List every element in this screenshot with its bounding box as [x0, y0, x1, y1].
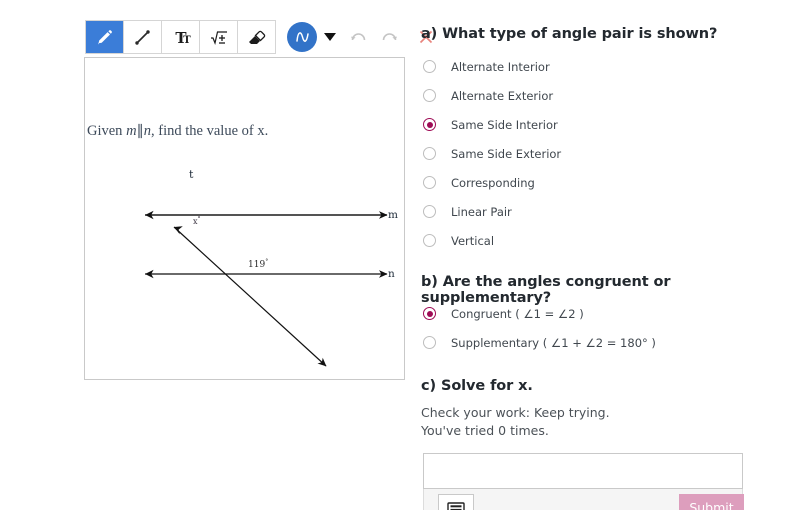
label-transversal-t: t [189, 168, 194, 181]
radio-alternate-interior[interactable] [423, 60, 436, 73]
option-label: Congruent ( ∠1 = ∠2 ) [451, 306, 584, 321]
problem-canvas[interactable]: Given m∥n, find the value of x. t m n x°… [84, 57, 405, 380]
option-label: Alternate Exterior [451, 88, 554, 103]
undo-arrow-icon [351, 33, 366, 41]
radio-corresponding[interactable] [423, 176, 436, 189]
answer-toolbar: Submit [423, 489, 744, 510]
squiggle-curve-icon [295, 31, 309, 42]
radio-alternate-exterior[interactable] [423, 89, 436, 102]
option-label: Vertical [451, 233, 495, 248]
question-a-heading: a) What type of angle pair is shown? [421, 26, 718, 42]
feedback-block: Check your work: Keep trying. You've tri… [421, 404, 610, 440]
radio-vertical[interactable] [423, 234, 436, 247]
drawing-pane: T T Given m∥n, find the value of x. t m … [0, 0, 433, 510]
tool-options-dropdown[interactable] [324, 33, 336, 41]
option-vertical[interactable]: Vertical [418, 226, 788, 255]
keyboard-icon [447, 501, 465, 510]
eraser-tool-button[interactable] [238, 21, 276, 53]
line-segment-icon [135, 29, 150, 45]
label-line-m: m [388, 209, 398, 221]
geometry-diagram: t m n x° 119° [145, 168, 398, 367]
radio-linear-pair[interactable] [423, 205, 436, 218]
text-tool-button[interactable]: T T [162, 21, 200, 53]
option-supplementary[interactable]: Supplementary ( ∠1 + ∠2 = 180° ) [418, 328, 788, 357]
option-label: Same Side Interior [451, 117, 558, 132]
sqrt-plusminus-icon [210, 30, 227, 45]
question-a-options: Alternate Interior Alternate Exterior Sa… [418, 52, 788, 255]
option-label: Same Side Exterior [451, 146, 562, 161]
pencil-tool-button[interactable] [86, 21, 124, 53]
tool-button-group: T T [85, 20, 276, 54]
transversal-t [173, 226, 327, 367]
option-alternate-interior[interactable]: Alternate Interior [418, 52, 788, 81]
curve-tool-button[interactable] [287, 22, 317, 52]
keypad-button[interactable] [438, 494, 474, 510]
label-line-n: n [388, 268, 395, 280]
option-same-side-interior[interactable]: Same Side Interior [418, 110, 788, 139]
label-angle-119: 119° [248, 259, 268, 271]
undo-button[interactable] [350, 30, 367, 44]
eraser-icon [249, 30, 266, 44]
option-label: Alternate Interior [451, 59, 550, 74]
option-congruent[interactable]: Congruent ( ∠1 = ∠2 ) [418, 299, 788, 328]
app-root: T T Given m∥n, find the value of x. t m … [0, 0, 792, 510]
option-label: Corresponding [451, 175, 535, 190]
question-b-options: Congruent ( ∠1 = ∠2 ) Supplementary ( ∠1… [418, 299, 788, 357]
redo-arrow-icon [382, 33, 397, 41]
redo-button[interactable] [381, 30, 398, 44]
option-alternate-exterior[interactable]: Alternate Exterior [418, 81, 788, 110]
radio-same-side-interior[interactable] [423, 118, 436, 131]
line-tool-button[interactable] [124, 21, 162, 53]
option-label: Linear Pair [451, 204, 512, 219]
answer-input[interactable] [423, 453, 743, 489]
label-angle-x: x° [193, 216, 201, 226]
svg-text:T: T [183, 35, 191, 46]
submit-button[interactable]: Submit [679, 494, 744, 510]
radio-supplementary[interactable] [423, 336, 436, 349]
pencil-icon [98, 29, 112, 44]
radio-congruent[interactable] [423, 307, 436, 320]
question-c-heading: c) Solve for x. [421, 378, 533, 394]
drawing-toolbar: T T [85, 20, 434, 54]
questions-pane: a) What type of angle pair is shown? Alt… [418, 0, 792, 510]
math-tool-button[interactable] [200, 21, 238, 53]
option-corresponding[interactable]: Corresponding [418, 168, 788, 197]
feedback-attempts: You've tried 0 times. [421, 423, 549, 438]
radio-same-side-exterior[interactable] [423, 147, 436, 160]
option-same-side-exterior[interactable]: Same Side Exterior [418, 139, 788, 168]
option-label: Supplementary ( ∠1 + ∠2 = 180° ) [451, 335, 656, 350]
option-linear-pair[interactable]: Linear Pair [418, 197, 788, 226]
feedback-check-work: Check your work: Keep trying. [421, 405, 610, 420]
text-tt-icon: T T [175, 29, 191, 47]
